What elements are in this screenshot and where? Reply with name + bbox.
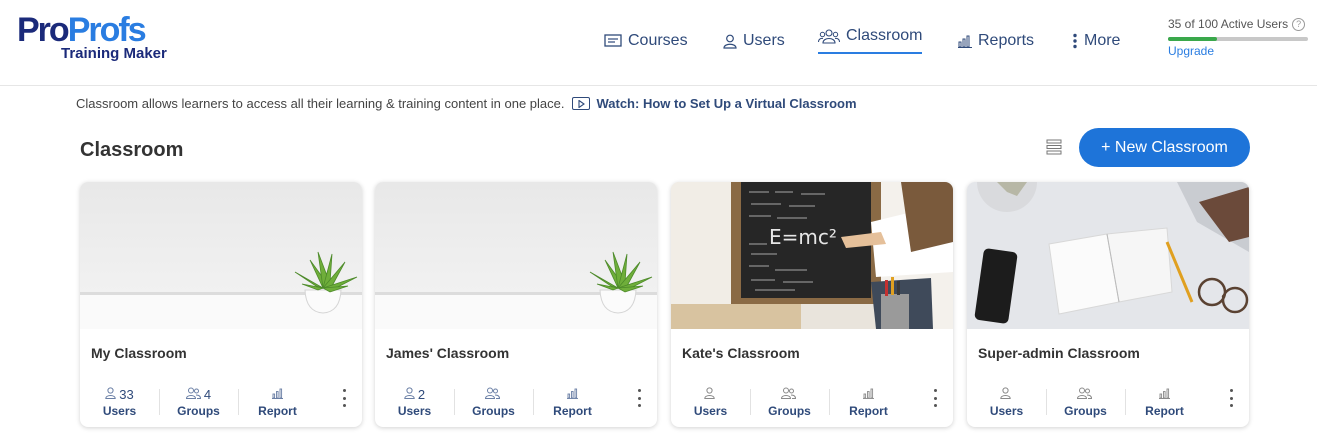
nav-reports[interactable]: Reports — [958, 26, 1034, 56]
info-text: Classroom allows learners to access all … — [76, 96, 565, 111]
groups-stat[interactable]: 4 Groups — [159, 387, 238, 418]
report-stat[interactable]: Report — [533, 387, 612, 418]
classroom-title: My Classroom — [91, 345, 187, 361]
active-users-progress-fill — [1168, 37, 1217, 41]
user-icon — [703, 386, 715, 402]
users-label: Users — [102, 403, 137, 418]
active-users-usage: 35 of 100 Active Users ? Upgrade — [1168, 17, 1313, 58]
users-label: Users — [397, 403, 432, 418]
classroom-stats: 33 Users 4 Groups Report — [80, 382, 362, 422]
nav-classroom-label: Classroom — [846, 27, 923, 44]
group-icon — [484, 387, 500, 402]
user-icon — [105, 386, 116, 402]
nav-classroom[interactable]: Classroom — [818, 24, 923, 54]
logo-subtitle: Training Maker — [61, 45, 167, 62]
bar-chart-icon — [567, 387, 578, 402]
active-users-text: 35 of 100 Active Users — [1168, 17, 1289, 31]
classroom-stats: Users Groups Report — [671, 382, 953, 422]
watch-video-label: Watch: How to Set Up a Virtual Classroom — [596, 96, 857, 111]
bar-chart-icon — [863, 387, 874, 402]
report-stat[interactable]: Report — [1125, 387, 1204, 418]
users-label: Users — [989, 403, 1024, 418]
card-menu-icon[interactable] — [931, 389, 939, 407]
proprofs-logo[interactable]: ProProfs Training Maker — [17, 13, 177, 68]
active-users-progress — [1168, 37, 1308, 41]
classroom-card[interactable]: Super-admin Classroom Users Groups Repor… — [967, 182, 1249, 427]
upgrade-link[interactable]: Upgrade — [1168, 44, 1313, 58]
groups-label: Groups — [177, 403, 220, 418]
nav-users[interactable]: Users — [723, 26, 785, 56]
classroom-card[interactable]: James' Classroom 2 Users Groups Report — [375, 182, 657, 427]
users-label: Users — [693, 403, 728, 418]
user-icon — [404, 386, 415, 402]
classroom-card[interactable]: My Classroom 33 Users 4 Groups Report — [80, 182, 362, 427]
info-line: Classroom allows learners to access all … — [76, 96, 857, 111]
bar-chart-icon — [958, 35, 972, 48]
card-menu-icon[interactable] — [1227, 389, 1235, 407]
courses-icon — [604, 34, 622, 48]
classroom-cover-image — [967, 182, 1249, 329]
bar-chart-icon — [1159, 387, 1170, 402]
users-count: 2 — [417, 386, 426, 402]
classroom-stats: Users Groups Report — [967, 382, 1249, 422]
card-menu-icon[interactable] — [340, 389, 348, 407]
svg-text:E=mc²: E=mc² — [769, 225, 837, 249]
report-stat[interactable]: Report — [238, 387, 317, 418]
user-icon — [723, 34, 737, 49]
nav-courses-label: Courses — [628, 32, 688, 49]
kebab-icon — [1072, 33, 1078, 49]
nav-users-label: Users — [743, 32, 785, 49]
groups-count: 4 — [203, 386, 212, 402]
users-stat[interactable]: 2 Users — [375, 387, 454, 418]
page-title: Classroom — [80, 139, 184, 161]
classroom-title: James' Classroom — [386, 345, 510, 361]
users-count: 33 — [119, 386, 134, 402]
group-icon — [780, 387, 796, 402]
play-icon — [572, 97, 591, 110]
classroom-cover-image — [80, 182, 362, 329]
classroom-title: Kate's Classroom — [682, 345, 800, 361]
new-classroom-button[interactable]: + New Classroom — [1079, 128, 1250, 167]
groups-label: Groups — [768, 403, 811, 418]
group-icon — [185, 387, 201, 402]
classroom-stats: 2 Users Groups Report — [375, 382, 657, 422]
help-icon[interactable]: ? — [1292, 17, 1306, 31]
nav-more-label: More — [1084, 32, 1121, 49]
user-icon — [999, 386, 1011, 402]
report-label: Report — [258, 403, 297, 418]
users-stat[interactable]: 33 Users — [80, 387, 159, 418]
group-icon — [1076, 387, 1092, 402]
groups-label: Groups — [1064, 403, 1107, 418]
report-label: Report — [849, 403, 888, 418]
groups-label: Groups — [472, 403, 515, 418]
bar-chart-icon — [272, 387, 283, 402]
groups-stat[interactable]: Groups — [454, 387, 533, 418]
card-menu-icon[interactable] — [635, 389, 643, 407]
nav-courses[interactable]: Courses — [604, 26, 688, 56]
classroom-card[interactable]: E=mc² Kate's Classroom Users Groups Repo… — [671, 182, 953, 427]
report-label: Report — [553, 403, 592, 418]
group-icon — [818, 28, 840, 44]
classroom-cover-image: E=mc² — [671, 182, 953, 329]
nav-more[interactable]: More — [1072, 26, 1120, 56]
watch-video-link[interactable]: Watch: How to Set Up a Virtual Classroom — [572, 96, 857, 111]
classroom-cover-image — [375, 182, 657, 329]
top-header: ProProfs Training Maker Courses Users Cl… — [0, 0, 1317, 86]
groups-stat[interactable]: Groups — [1046, 387, 1125, 418]
users-stat[interactable]: Users — [967, 386, 1046, 418]
users-stat[interactable]: Users — [671, 386, 750, 418]
report-label: Report — [1145, 403, 1184, 418]
report-stat[interactable]: Report — [829, 387, 908, 418]
list-view-icon[interactable] — [1045, 139, 1063, 155]
groups-stat[interactable]: Groups — [750, 387, 829, 418]
nav-reports-label: Reports — [978, 32, 1035, 49]
classroom-title: Super-admin Classroom — [978, 345, 1140, 361]
